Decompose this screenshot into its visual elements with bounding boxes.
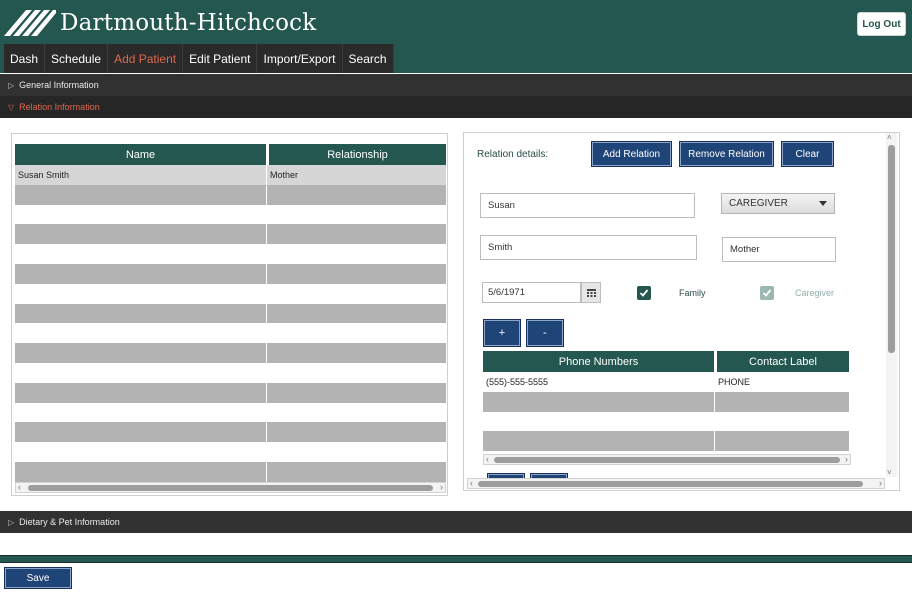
table-row[interactable] xyxy=(15,224,446,245)
table-row[interactable] xyxy=(15,303,446,324)
chevron-right-icon: ▷ xyxy=(8,517,15,527)
calendar-button[interactable] xyxy=(581,282,601,303)
main-nav: Dash Schedule Add Patient Edit Patient I… xyxy=(4,44,394,73)
log-out-button[interactable]: Log Out xyxy=(857,12,906,36)
date-of-birth-field[interactable]: 5/6/1971 xyxy=(482,282,581,303)
table-header: Name Relationship xyxy=(15,144,446,165)
relations-table: Name Relationship Susan Smith Mother xyxy=(15,144,446,482)
relationship-field[interactable]: Mother xyxy=(722,237,836,262)
chevron-down-icon xyxy=(819,201,827,206)
table-row[interactable] xyxy=(15,244,446,264)
scroll-left-icon[interactable]: ‹ xyxy=(18,482,21,493)
scroll-left-icon[interactable]: ‹ xyxy=(486,454,489,465)
tab-schedule[interactable]: Schedule xyxy=(45,44,109,73)
cell-name: Susan Smith xyxy=(15,165,267,185)
clear-button[interactable]: Clear xyxy=(781,141,834,167)
checkmark-icon xyxy=(762,289,772,297)
column-header-relationship[interactable]: Relationship xyxy=(269,144,446,165)
chevron-right-icon: ▷ xyxy=(8,80,15,90)
column-header-name[interactable]: Name xyxy=(15,144,266,165)
scroll-right-icon[interactable]: › xyxy=(879,478,882,489)
section-title: General Information xyxy=(19,80,99,90)
caregiver-checkbox[interactable] xyxy=(760,286,774,300)
tab-search[interactable]: Search xyxy=(342,44,394,73)
table-row[interactable] xyxy=(15,422,446,443)
tab-import-export[interactable]: Import/Export xyxy=(257,44,343,73)
table-row[interactable] xyxy=(15,283,446,304)
tab-edit-patient[interactable]: Edit Patient xyxy=(183,44,258,73)
relations-table-horizontal-scrollbar[interactable]: ‹ › xyxy=(15,482,446,493)
logo: Dartmouth-Hitchcock xyxy=(4,6,316,40)
cell-contact-label: PHONE xyxy=(718,376,751,387)
tab-dash[interactable]: Dash xyxy=(4,44,46,73)
table-row[interactable] xyxy=(15,184,446,205)
add-phone-button[interactable]: + xyxy=(483,319,521,347)
role-select-value: CAREGIVER xyxy=(729,198,788,209)
table-header: Phone Numbers Contact Label xyxy=(483,351,849,372)
form-vertical-scrollbar[interactable]: ˄ ˅ xyxy=(886,133,897,477)
table-row[interactable] xyxy=(15,402,446,423)
scroll-right-icon[interactable]: › xyxy=(845,454,848,465)
scroll-up-icon[interactable]: ˄ xyxy=(887,133,892,142)
chevron-down-icon: ▽ xyxy=(8,102,15,112)
relations-table-container: Name Relationship Susan Smith Mother ‹ › xyxy=(11,133,448,496)
scrollbar-thumb[interactable] xyxy=(28,485,433,491)
phone-table-horizontal-scrollbar[interactable]: ‹ › xyxy=(483,454,851,465)
table-row[interactable] xyxy=(15,461,446,482)
relation-details-form: Relation details: Add Relation Remove Re… xyxy=(463,132,900,491)
section-title: Dietary & Pet Information xyxy=(19,517,120,527)
section-dietary-pet-information[interactable]: ▷ Dietary & Pet Information xyxy=(0,511,912,533)
table-row[interactable] xyxy=(15,362,446,383)
remove-phone-button[interactable]: - xyxy=(526,319,564,347)
first-name-field[interactable]: Susan xyxy=(480,193,695,218)
relation-details-label: Relation details: xyxy=(477,149,549,160)
scroll-left-icon[interactable]: ‹ xyxy=(470,478,473,489)
column-header-contact-label[interactable]: Contact Label xyxy=(717,351,849,372)
scrollbar-thumb[interactable] xyxy=(478,481,863,487)
footer-divider xyxy=(0,555,912,563)
calendar-icon xyxy=(586,288,596,297)
scroll-right-icon[interactable]: › xyxy=(440,482,443,493)
section-general-information[interactable]: ▷ General Information xyxy=(0,74,912,96)
table-row[interactable]: Susan Smith Mother xyxy=(15,165,446,185)
scrollbar-thumb[interactable] xyxy=(494,457,840,463)
table-row[interactable] xyxy=(15,343,446,363)
remove-relation-button[interactable]: Remove Relation xyxy=(679,141,774,167)
table-row[interactable] xyxy=(15,204,446,225)
last-name-field[interactable]: Smith xyxy=(480,235,697,260)
cell-phone: (555)-555-5555 xyxy=(483,372,715,392)
scrollbar-thumb[interactable] xyxy=(888,145,895,353)
cell-relationship: Mother xyxy=(270,169,299,180)
scroll-down-icon[interactable]: ˅ xyxy=(887,468,892,477)
slash-stripes-logo-icon xyxy=(4,10,56,36)
table-row[interactable] xyxy=(15,263,446,284)
table-row[interactable] xyxy=(15,382,446,403)
table-row[interactable]: (555)-555-5555 PHONE xyxy=(483,372,849,392)
table-row[interactable] xyxy=(483,411,849,432)
form-horizontal-scrollbar[interactable]: ‹ › xyxy=(467,478,885,489)
column-header-phone-numbers[interactable]: Phone Numbers xyxy=(483,351,714,372)
table-row[interactable] xyxy=(15,442,446,462)
table-row[interactable] xyxy=(15,323,446,344)
role-select[interactable]: CAREGIVER xyxy=(721,193,835,214)
relation-panel: Name Relationship Susan Smith Mother ‹ ›… xyxy=(0,118,912,510)
checkmark-icon xyxy=(639,289,649,297)
save-button[interactable]: Save xyxy=(4,567,72,589)
phone-numbers-table: Phone Numbers Contact Label (555)-555-55… xyxy=(483,351,849,452)
caregiver-label: Caregiver xyxy=(795,288,835,298)
brand-name: Dartmouth-Hitchcock xyxy=(60,10,317,36)
family-checkbox[interactable] xyxy=(637,286,651,300)
family-label: Family xyxy=(679,288,706,298)
table-row[interactable] xyxy=(483,391,849,412)
add-relation-button[interactable]: Add Relation xyxy=(591,141,672,167)
table-row[interactable] xyxy=(483,431,849,452)
section-title: Relation Information xyxy=(19,102,100,112)
tab-add-patient[interactable]: Add Patient xyxy=(108,44,184,73)
section-relation-information[interactable]: ▽ Relation Information xyxy=(0,96,912,118)
